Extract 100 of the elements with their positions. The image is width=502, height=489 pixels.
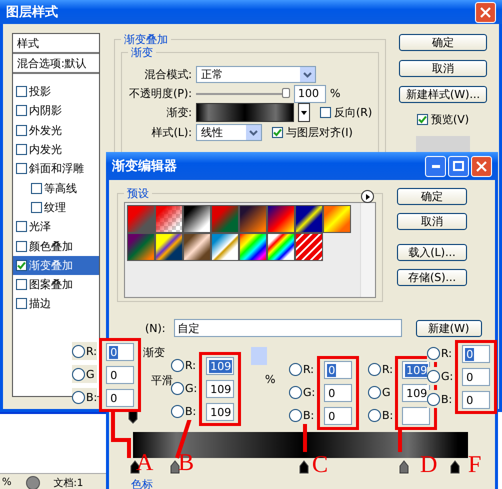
color-value-field[interactable]: 109 [402,361,430,379]
color-value-field[interactable]: 0 [324,407,352,425]
color-radio[interactable]: R: [72,342,98,360]
style-item[interactable]: 纹理 [13,198,99,218]
checkbox[interactable] [16,163,27,174]
checkbox[interactable] [16,105,27,116]
dialog-button[interactable]: 确定 [397,188,467,205]
color-radio[interactable]: B: [368,406,394,424]
checkbox[interactable] [16,298,27,310]
gradient-preset[interactable] [155,205,183,233]
checkbox[interactable] [416,114,428,125]
gradient-preset[interactable] [183,205,211,233]
style-item[interactable]: 图案叠加 [13,274,99,294]
color-value-field[interactable]: 0 [462,368,490,386]
dialog-button[interactable]: 新建样式(W)... [399,86,487,103]
color-value-field[interactable]: 0 [324,384,352,402]
style-select[interactable]: 线性 [196,124,262,141]
color-radio[interactable]: B: [171,402,198,420]
color-radio[interactable]: R: [368,360,394,378]
color-value-field[interactable]: 0 [106,389,134,407]
gradient-preset[interactable] [295,205,323,233]
triangle-down-icon [301,110,307,114]
callout-letter: B [178,451,194,475]
style-item[interactable]: 投影 [13,82,99,102]
blend-options-item[interactable]: 混合选项:默认 [13,54,99,74]
checkbox[interactable] [16,144,27,156]
gradient-preset[interactable] [239,233,267,261]
color-radio[interactable]: R: [171,356,198,374]
dialog-button[interactable]: 存储(S)... [397,269,467,286]
checkbox[interactable] [31,202,42,213]
color-value-field[interactable]: 109 [206,357,234,375]
color-radio[interactable]: G: [427,367,454,385]
opacity-field[interactable]: 100 [294,84,326,102]
color-radio[interactable]: R: [289,360,316,378]
style-item[interactable]: 描边 [13,294,99,314]
status-icon [26,476,40,489]
field-label: (N): [145,322,166,334]
close-button[interactable] [475,2,496,22]
color-value-field[interactable]: 0 [106,343,134,361]
checkbox[interactable] [320,107,331,118]
callout-letter: A [136,451,154,475]
style-item[interactable]: 渐变叠加 [13,256,99,275]
checkbox[interactable] [31,182,42,194]
gradient-preset[interactable] [267,205,295,233]
style-item[interactable]: 等高线 [13,178,99,198]
color-radio[interactable]: R: [427,344,454,362]
checkbox[interactable] [16,124,27,136]
checkbox-label: 与图层对齐(I) [286,125,353,140]
style-item[interactable]: 颜色叠加 [13,236,99,256]
checkbox[interactable] [16,240,27,252]
name-field[interactable]: 自定 [174,319,402,337]
scrollbar[interactable] [360,203,375,297]
blend-mode-select[interactable]: 正常 [196,66,316,83]
window-title: 渐变编辑器 [112,158,177,175]
style-item[interactable]: 光泽 [13,217,99,236]
color-value-field[interactable]: 0 [106,366,134,384]
color-value-field[interactable]: 109 [206,380,234,398]
checkbox-label: 预览(V) [430,112,470,127]
checkbox[interactable] [16,279,27,290]
maximize-icon [453,161,464,171]
checkbox[interactable] [16,221,27,232]
maximize-button[interactable] [448,156,469,176]
color-value-field[interactable]: 109 [402,384,430,402]
gradient-preset[interactable] [155,233,183,261]
new-button[interactable]: 新建(W) [416,320,482,336]
dialog-button[interactable]: 载入(L)... [397,244,467,261]
color-radio[interactable]: G: [171,379,198,397]
dialog-button[interactable]: 取消 [399,60,487,77]
gradient-preset[interactable] [211,233,239,261]
gradient-preset[interactable] [239,205,267,233]
color-value-field[interactable]: 109 [206,403,234,421]
color-radio[interactable]: G [72,365,98,383]
color-value-field[interactable]: 0 [462,345,490,363]
style-item[interactable]: 外发光 [13,120,99,140]
checkbox[interactable] [16,260,27,271]
close-button[interactable] [471,156,492,176]
group-title: 预设 [126,187,150,200]
style-item[interactable]: 斜面和浮雕 [13,159,99,178]
gradient-preset[interactable] [323,205,351,233]
checkbox[interactable] [16,86,27,98]
color-value-field[interactable]: 0 [462,391,490,409]
color-value-field[interactable] [402,407,430,425]
gradient-preset[interactable] [183,233,211,261]
color-radio[interactable]: B: [427,390,454,408]
slider-thumb[interactable] [282,88,290,98]
style-item[interactable]: 内发光 [13,140,99,160]
color-radio[interactable]: B: [289,406,316,424]
checkbox[interactable] [272,127,283,138]
gradient-preset[interactable] [295,233,323,261]
color-radio[interactable]: B: [72,388,98,406]
color-radio[interactable]: G: [289,383,316,401]
gradient-preset[interactable] [267,233,295,261]
minimize-button[interactable] [425,156,446,176]
color-value-field[interactable]: 0 [324,361,352,379]
dialog-button[interactable]: 取消 [397,213,467,230]
dialog-button[interactable]: 确定 [399,34,487,51]
style-item[interactable]: 内阴影 [13,101,99,121]
dropdown-button[interactable] [298,103,310,122]
gradient-swatch[interactable] [196,103,294,122]
close-icon [480,6,491,18]
